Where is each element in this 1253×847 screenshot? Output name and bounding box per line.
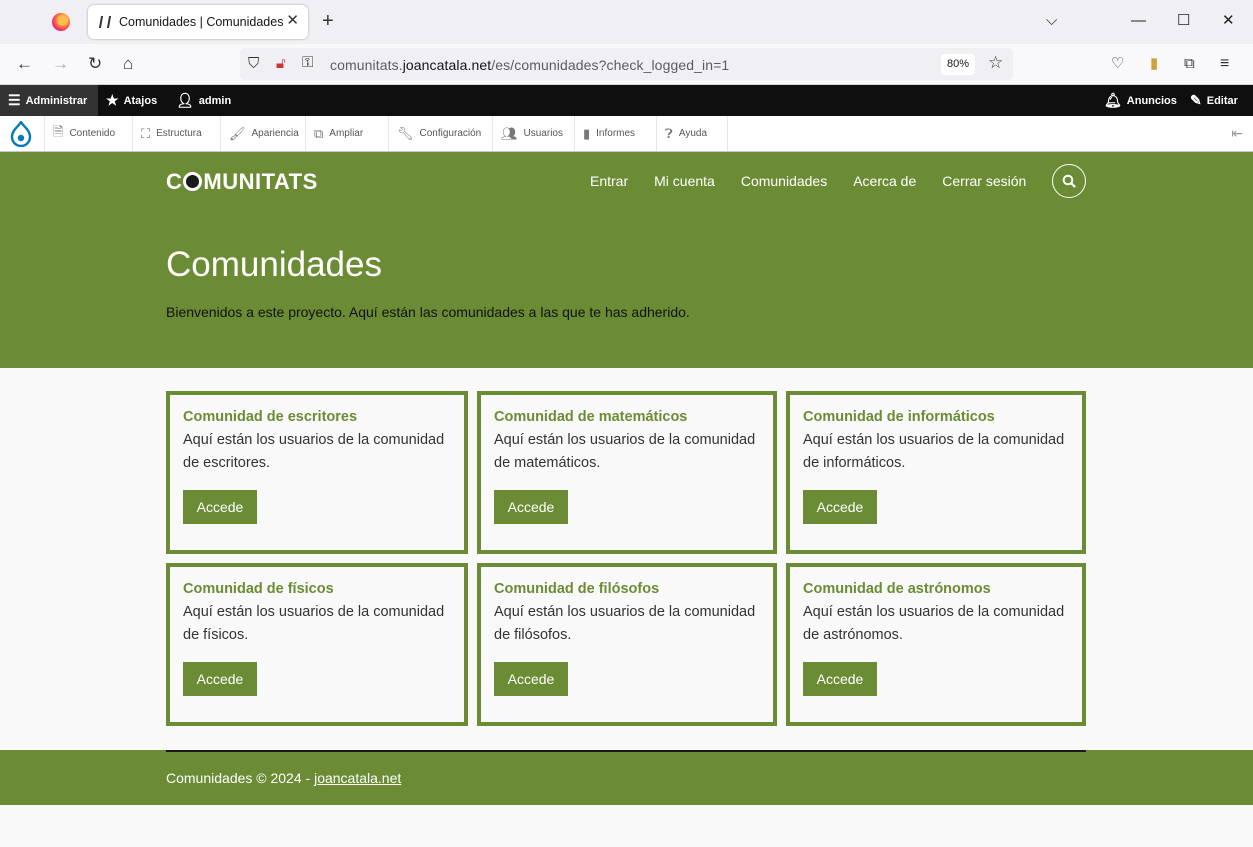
menu-item-entrar[interactable]: Entrar [590, 173, 628, 189]
pocket-icon[interactable]: ♡ [1111, 54, 1124, 74]
reload-icon[interactable]: ↻ [88, 54, 102, 74]
card-description: Aquí están los usuarios de la comunidad … [803, 604, 1065, 643]
card-description: Aquí están los usuarios de la comunidad … [183, 432, 445, 471]
search-icon [1062, 174, 1076, 188]
community-card: Comunidad de informáticos Aquí están los… [786, 391, 1086, 554]
card-description: Aquí están los usuarios de la comunidad … [183, 604, 445, 643]
site-logo[interactable]: C MUNITATS [166, 169, 318, 195]
hamburger-icon: ☰ [8, 92, 21, 108]
community-card: Comunidad de astrónomos Aquí están los u… [786, 563, 1086, 726]
accede-button[interactable]: Accede [183, 662, 257, 696]
community-cards: Comunidad de escritores Aquí están los u… [166, 391, 1086, 726]
bell-icon: 🔔︎ [1104, 92, 1122, 108]
tab-list-chevron-icon[interactable]: ⌵ [1046, 11, 1057, 31]
url-bar[interactable]: ⛉ 🔓︎ ⚿ comunitats.joancatala.net/es/comu… [240, 48, 1013, 80]
logo-o-icon [183, 172, 203, 191]
page-title: Comunidades [166, 245, 382, 284]
browser-tab[interactable]: Comunidades | Comunidades ✕ [88, 5, 308, 39]
menu-item-comunidades[interactable]: Comunidades [741, 173, 827, 189]
tray-item-apariencia[interactable]: 🖌︎ Apariencia [221, 116, 306, 151]
admin-shortcuts-button[interactable]: ★ Atajos [106, 85, 157, 116]
paintbrush-icon: 🖌︎ [229, 125, 246, 141]
admin-user-button[interactable]: 👤︎ admin [176, 85, 231, 116]
main-menu: Entrar Mi cuenta Comunidades Acerca de C… [590, 173, 1052, 189]
footer-divider [166, 750, 1086, 752]
shield-icon[interactable]: ⛉ [248, 54, 259, 74]
pencil-icon: ✎ [1190, 92, 1202, 108]
site-favicon-icon [98, 15, 110, 29]
tray-item-usuarios[interactable]: 👥︎ Usuarios [493, 116, 575, 151]
insecure-lock-icon[interactable]: 🔓︎ [276, 54, 286, 74]
menu-item-acerca-de[interactable]: Acerca de [853, 173, 916, 189]
bar-chart-icon: ▮ [583, 125, 591, 141]
browser-titlebar: Comunidades | Comunidades ✕ + ⌵ — ☐ ✕ [0, 0, 1253, 44]
help-icon: ❓︎ [665, 125, 673, 141]
tray-item-estructura[interactable]: ⛶ Estructura [133, 116, 221, 151]
new-tab-icon[interactable]: + [322, 11, 334, 31]
bookmark-star-icon[interactable]: ☆ [988, 53, 1003, 73]
forward-icon[interactable]: → [52, 54, 69, 74]
zoom-level-badge[interactable]: 80% [941, 54, 976, 75]
sitemap-icon: ⛶ [141, 125, 151, 141]
tab-title: Comunidades | Comunidades [119, 15, 284, 29]
card-title: Comunidad de astrónomos [803, 581, 991, 597]
tray-item-configuracion[interactable]: 🔧︎ Configuración [389, 116, 493, 151]
footer-link[interactable]: joancatala.net [314, 770, 401, 786]
star-icon: ★ [106, 92, 119, 108]
menu-item-mi-cuenta[interactable]: Mi cuenta [654, 173, 715, 189]
menu-item-cerrar-sesion[interactable]: Cerrar sesión [942, 173, 1026, 189]
extension-icon[interactable]: ▮ [1150, 54, 1158, 74]
user-icon: 👤︎ [176, 92, 194, 108]
tray-collapse-icon[interactable]: ⇤ [1231, 125, 1243, 142]
tray-item-ayuda[interactable]: ❓︎ Ayuda [657, 116, 728, 151]
admin-toolbar: ☰ Administrar ★ Atajos 👤︎ admin 🔔︎ Anunc… [0, 85, 1253, 116]
community-card: Comunidad de físicos Aquí están los usua… [166, 563, 468, 726]
intro-text: Bienvenidos a este proyecto. Aquí están … [166, 304, 690, 320]
search-button[interactable] [1052, 164, 1086, 198]
accede-button[interactable]: Accede [494, 662, 568, 696]
extensions-puzzle-icon[interactable]: ⧉ [1184, 54, 1195, 74]
admin-edit-button[interactable]: ✎ Editar [1190, 85, 1238, 116]
puzzle-icon: ⧉ [314, 125, 324, 141]
firefox-icon[interactable] [52, 13, 70, 31]
card-title: Comunidad de filósofos [494, 581, 660, 597]
app-menu-icon[interactable]: ≡ [1220, 54, 1229, 74]
browser-navbar: ← → ↻ ⌂ ⛉ 🔓︎ ⚿ comunitats.joancatala.net… [0, 44, 1253, 85]
card-title: Comunidad de matemáticos [494, 409, 688, 425]
document-icon: 🗎 [53, 123, 64, 139]
back-icon[interactable]: ← [16, 54, 33, 74]
community-card: Comunidad de matemáticos Aquí están los … [477, 391, 777, 554]
accede-button[interactable]: Accede [183, 490, 257, 524]
permissions-key-icon[interactable]: ⚿ [302, 53, 313, 73]
tray-item-contenido[interactable]: 🗎 Contenido [44, 116, 133, 151]
site-header: C MUNITATS Entrar Mi cuenta Comunidades A… [0, 152, 1253, 368]
accede-button[interactable]: Accede [803, 662, 877, 696]
footer-text: Comunidades © 2024 - joancatala.net [166, 770, 402, 786]
card-description: Aquí están los usuarios de la comunidad … [494, 432, 756, 471]
site-footer: Comunidades © 2024 - joancatala.net [0, 750, 1253, 805]
url-text[interactable]: comunitats.joancatala.net/es/comunidades… [330, 57, 729, 73]
drupal-logo-icon[interactable] [10, 121, 32, 147]
card-description: Aquí están los usuarios de la comunidad … [494, 604, 756, 643]
card-title: Comunidad de físicos [183, 581, 334, 597]
close-window-icon[interactable]: ✕ [1222, 11, 1235, 31]
home-icon[interactable]: ⌂ [123, 54, 133, 74]
admin-tray: 🗎 Contenido ⛶ Estructura 🖌︎ Apariencia ⧉ Amp… [0, 116, 1253, 152]
community-card: Comunidad de escritores Aquí están los u… [166, 391, 468, 554]
accede-button[interactable]: Accede [803, 490, 877, 524]
users-icon: 👥︎ [501, 125, 518, 141]
maximize-icon[interactable]: ☐ [1177, 11, 1190, 31]
accede-button[interactable]: Accede [494, 490, 568, 524]
card-description: Aquí están los usuarios de la comunidad … [803, 432, 1065, 471]
admin-manage-button[interactable]: ☰ Administrar [0, 85, 98, 116]
close-tab-icon[interactable]: ✕ [286, 13, 299, 29]
card-title: Comunidad de escritores [183, 409, 358, 425]
community-card: Comunidad de filósofos Aquí están los us… [477, 563, 777, 726]
wrench-icon: 🔧︎ [397, 125, 414, 141]
tray-item-informes[interactable]: ▮ Informes [575, 116, 657, 151]
admin-announcements-button[interactable]: 🔔︎ Anuncios [1104, 85, 1177, 116]
minimize-icon[interactable]: — [1131, 11, 1146, 31]
tray-item-ampliar[interactable]: ⧉ Ampliar [306, 116, 389, 151]
card-title: Comunidad de informáticos [803, 409, 995, 425]
